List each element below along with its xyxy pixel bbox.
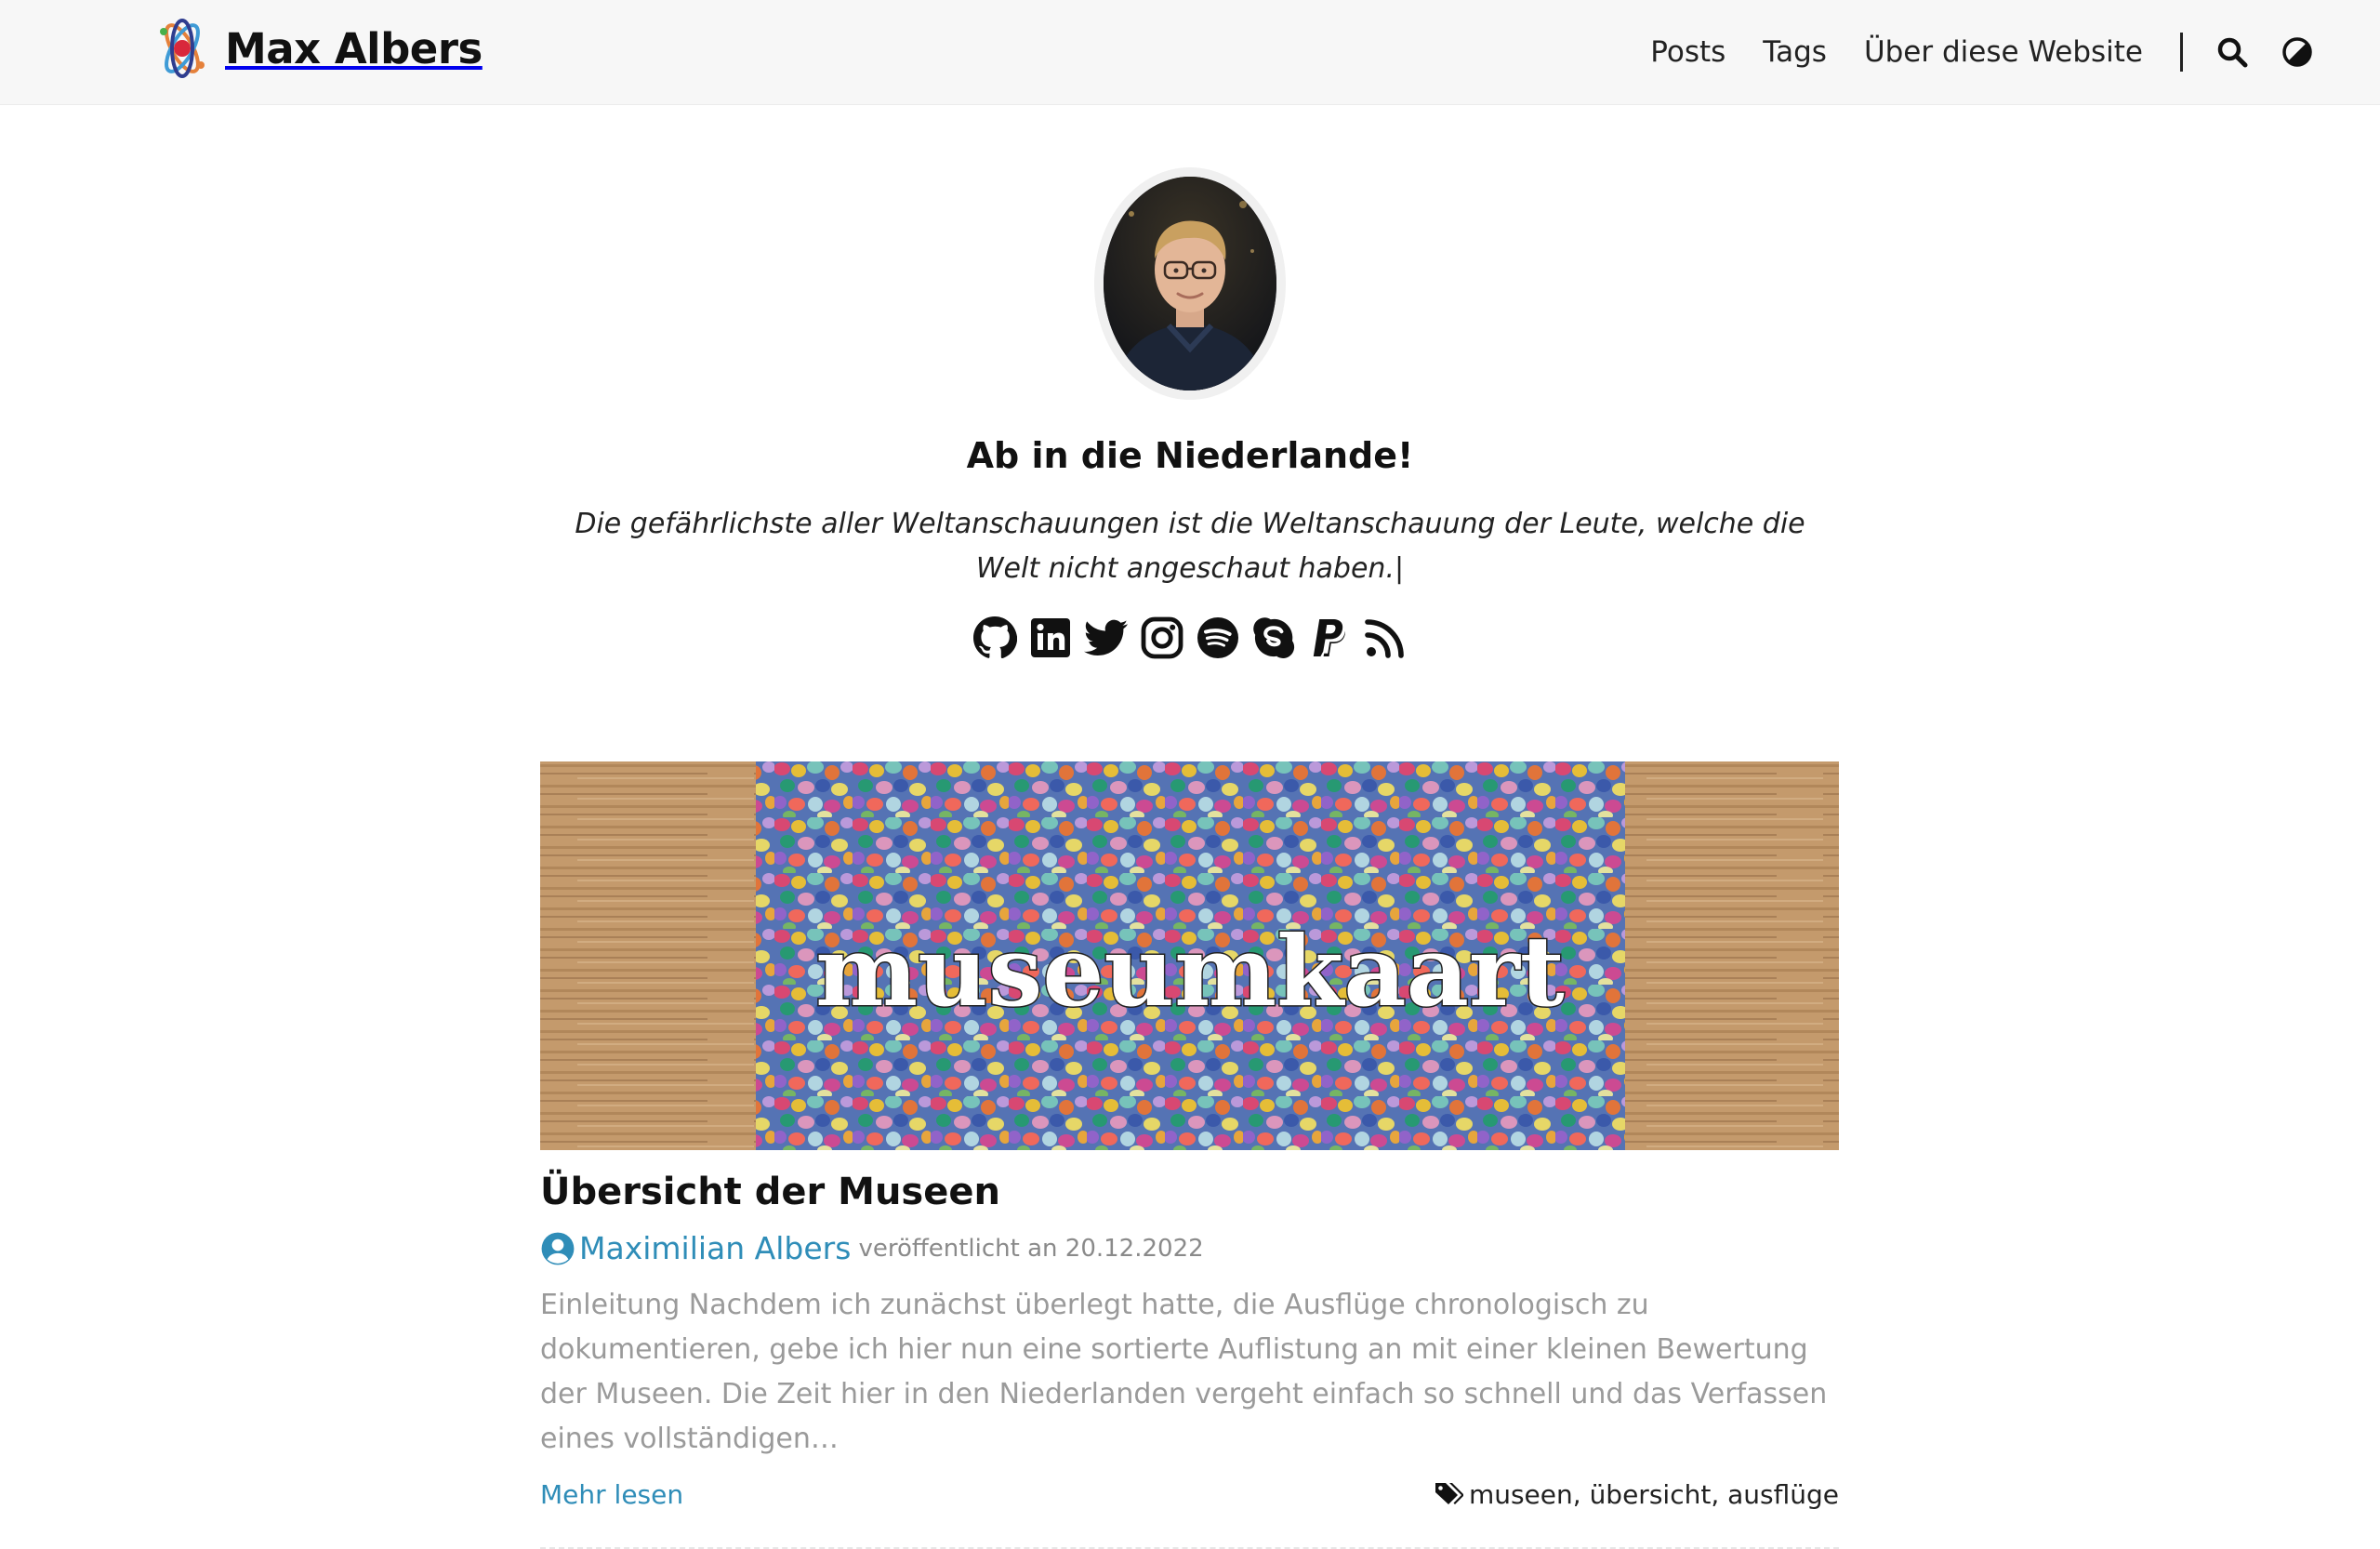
- rss-link[interactable]: [1363, 616, 1408, 660]
- github-icon: [973, 616, 1017, 659]
- skype-link[interactable]: [1251, 616, 1296, 660]
- tag-ausfluege[interactable]: ausflüge: [1727, 1479, 1839, 1510]
- theme-toggle-icon[interactable]: [2281, 36, 2313, 68]
- social-links: [0, 616, 2380, 660]
- profile-quote: Die gefährlichste aller Weltanschauungen…: [575, 508, 1805, 585]
- brand-link[interactable]: Max Albers: [152, 15, 483, 82]
- cover-text: museumkaart: [815, 914, 1565, 1028]
- spotify-icon: [1197, 617, 1238, 658]
- instagram-link[interactable]: [1140, 616, 1184, 660]
- linkedin-link[interactable]: [1028, 616, 1073, 660]
- avatar-photo: [1104, 177, 1276, 391]
- github-link[interactable]: [972, 616, 1017, 660]
- avatar: [1104, 177, 1276, 391]
- twitter-icon: [1084, 619, 1128, 656]
- avatar-frame: [1094, 167, 1286, 400]
- profile-title: Ab in die Niederlande!: [966, 435, 1414, 476]
- post-footer: Mehr lesen museen, übersicht, ausflüge: [540, 1473, 1839, 1516]
- post-cover-image[interactable]: museumkaart: [540, 761, 1839, 1150]
- brand-title: Max Albers: [225, 23, 483, 73]
- atom-logo-icon: [160, 19, 205, 78]
- rss-icon: [1365, 619, 1404, 658]
- museumkaart-cover: museumkaart: [540, 761, 1839, 1150]
- published-date: veröffentlicht an 20.12.2022: [858, 1234, 1204, 1263]
- tags-icon: [1435, 1483, 1463, 1504]
- main-nav: Posts Tags Über diese Website: [1613, 26, 2313, 78]
- nav-about[interactable]: Über diese Website: [1864, 35, 2143, 69]
- post-meta: Maximilian Albers veröffentlicht an 20.1…: [540, 1230, 1839, 1266]
- tag-separator: ,: [1572, 1478, 1590, 1510]
- spotify-link[interactable]: [1196, 616, 1240, 660]
- post-title[interactable]: Übersicht der Museen: [540, 1171, 1839, 1213]
- tag-uebersicht[interactable]: übersicht: [1590, 1479, 1712, 1510]
- top-navbar: Max Albers Posts Tags Über diese Website: [0, 0, 2380, 104]
- post-card: museumkaart Übersicht der Museen Maximil…: [540, 761, 1839, 1549]
- tag-separator: ,: [1711, 1478, 1728, 1510]
- search-icon[interactable]: [2216, 36, 2248, 68]
- user-circle-icon: [541, 1232, 575, 1264]
- skype-icon: [1253, 617, 1295, 658]
- instagram-icon: [1141, 616, 1183, 659]
- nav-separator: [2180, 33, 2183, 72]
- post-excerpt: Einleitung Nachdem ich zunächst überlegt…: [540, 1289, 1828, 1455]
- read-more-link[interactable]: Mehr lesen: [540, 1479, 683, 1510]
- nav-tags[interactable]: Tags: [1763, 35, 1827, 69]
- paypal-icon: [1313, 619, 1345, 656]
- twitter-link[interactable]: [1084, 616, 1129, 660]
- author-link[interactable]: Maximilian Albers: [579, 1230, 851, 1266]
- paypal-link[interactable]: [1307, 616, 1352, 660]
- linkedin-icon: [1031, 618, 1070, 657]
- post-tags: museen, übersicht, ausflüge: [1434, 1479, 1839, 1510]
- tag-museen[interactable]: museen: [1469, 1479, 1573, 1510]
- profile-section: Ab in die Niederlande! Die gefährlichste…: [0, 167, 2380, 660]
- nav-posts[interactable]: Posts: [1650, 35, 1726, 69]
